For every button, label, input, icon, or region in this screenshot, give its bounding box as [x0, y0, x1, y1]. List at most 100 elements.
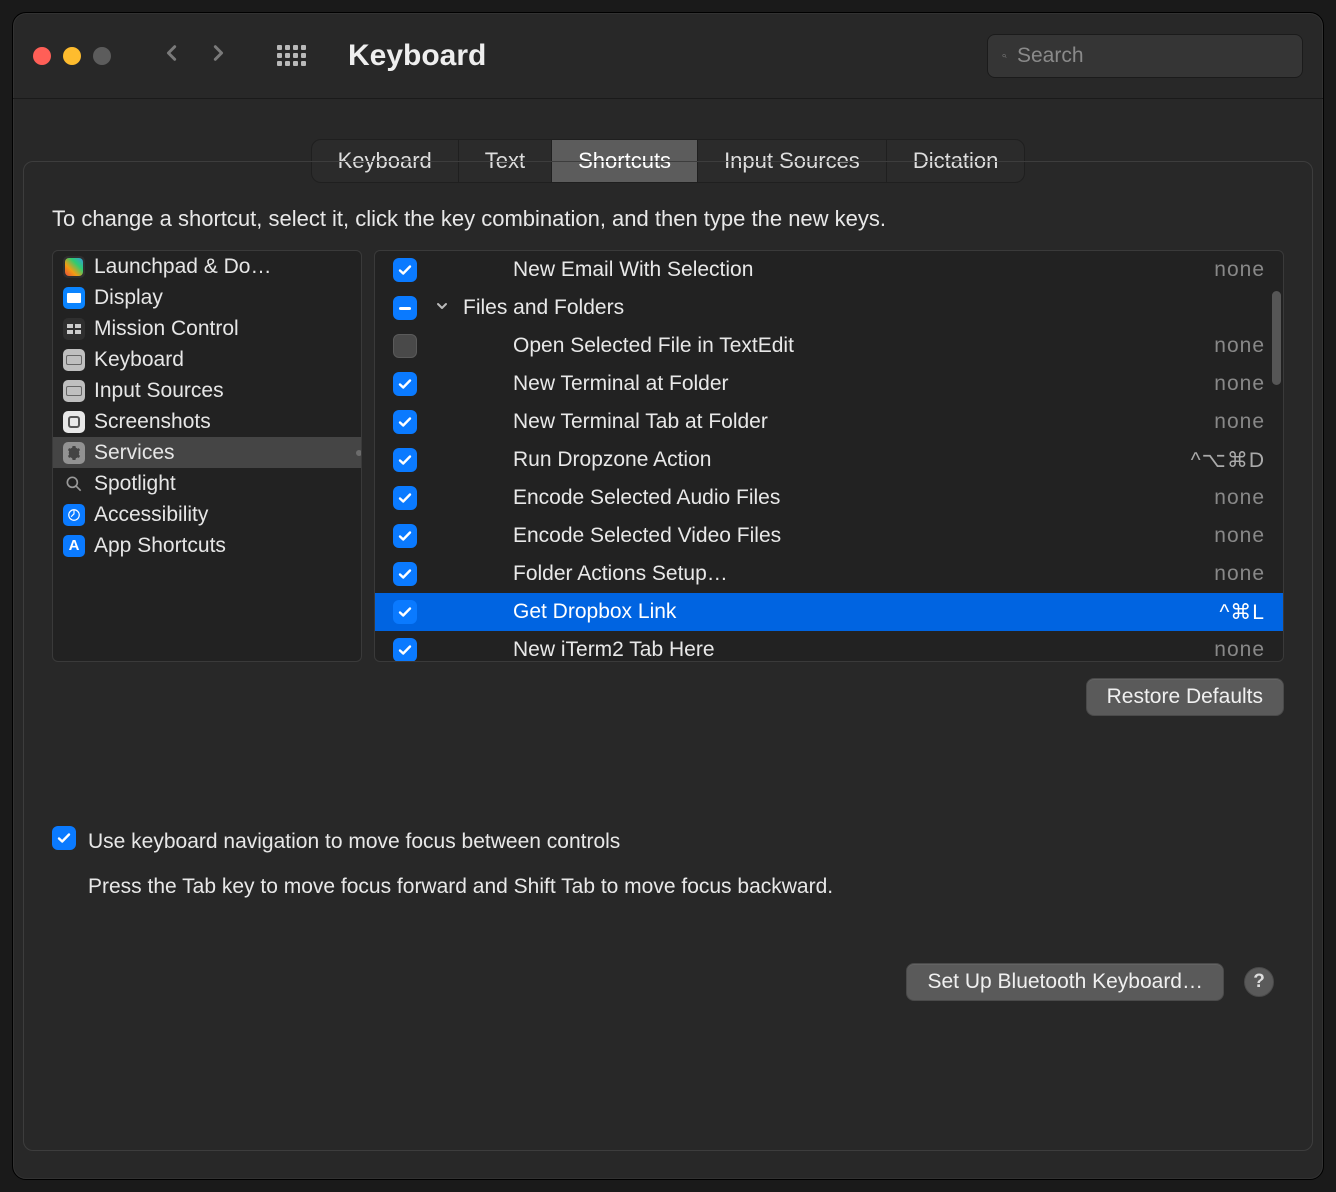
sidebar-item-label: Mission Control [94, 317, 239, 341]
services-list: New Email With Selection none Files and Fo… [374, 250, 1284, 662]
forward-button[interactable] [209, 44, 227, 67]
sidebar-icon [63, 442, 85, 464]
service-checkbox[interactable] [393, 372, 417, 396]
sidebar-item-label: App Shortcuts [94, 534, 226, 558]
sidebar-icon [63, 473, 85, 495]
minimize-button[interactable] [63, 47, 81, 65]
bluetooth-keyboard-button[interactable]: Set Up Bluetooth Keyboard… [906, 963, 1224, 1001]
keyboard-nav-label: Use keyboard navigation to move focus be… [88, 826, 833, 859]
sidebar-item-app-shortcuts[interactable]: A App Shortcuts [53, 530, 361, 561]
sidebar-item-label: Services [94, 441, 175, 465]
service-shortcut: ^⌥⌘D [1191, 448, 1265, 473]
sidebar-icon [63, 318, 85, 340]
service-label: Encode Selected Video Files [513, 524, 1200, 548]
help-button[interactable]: ? [1244, 967, 1274, 997]
search-icon [1002, 45, 1007, 67]
service-label: Run Dropzone Action [513, 448, 1177, 472]
sidebar-item-accessibility[interactable]: Accessibility [53, 499, 361, 530]
service-label: New Terminal Tab at Folder [513, 410, 1200, 434]
service-label: Get Dropbox Link [513, 600, 1205, 624]
service-label: Open Selected File in TextEdit [513, 334, 1200, 358]
service-row[interactable]: New Email With Selection none [375, 251, 1283, 289]
service-checkbox[interactable] [393, 258, 417, 282]
service-label: Folder Actions Setup… [513, 562, 1200, 586]
sidebar-icon [63, 411, 85, 433]
sidebar-item-services[interactable]: Services [53, 437, 361, 468]
service-checkbox[interactable] [393, 448, 417, 472]
restore-defaults-button[interactable]: Restore Defaults [1086, 678, 1284, 716]
scrollbar[interactable] [1272, 291, 1281, 385]
service-row[interactable]: New iTerm2 Tab Here none [375, 631, 1283, 662]
sidebar-icon: A [63, 535, 85, 557]
nav-buttons [163, 44, 227, 67]
back-button[interactable] [163, 44, 181, 67]
close-button[interactable] [33, 47, 51, 65]
sidebar-item-label: Launchpad & Do… [94, 255, 271, 279]
service-shortcut: none [1214, 562, 1265, 586]
sidebar-item-label: Accessibility [94, 503, 208, 527]
service-label: New Terminal at Folder [513, 372, 1200, 396]
service-checkbox[interactable] [393, 638, 417, 662]
window-title: Keyboard [348, 39, 963, 73]
service-row[interactable]: Encode Selected Video Files none [375, 517, 1283, 555]
sidebar-icon [63, 504, 85, 526]
service-shortcut: ^⌘L [1219, 600, 1265, 625]
sidebar-item-label: Spotlight [94, 472, 176, 496]
instruction-text: To change a shortcut, select it, click t… [52, 206, 1284, 232]
sidebar-item-mission-control[interactable]: Mission Control [53, 313, 361, 344]
sidebar-item-label: Keyboard [94, 348, 184, 372]
service-checkbox[interactable] [393, 334, 417, 358]
show-all-icon[interactable] [277, 45, 306, 66]
service-shortcut: none [1214, 486, 1265, 510]
sidebar-item-screenshots[interactable]: Screenshots [53, 406, 361, 437]
search-field[interactable] [987, 34, 1303, 78]
service-shortcut: none [1214, 334, 1265, 358]
service-checkbox[interactable] [393, 410, 417, 434]
traffic-lights [33, 47, 111, 65]
sidebar-icon [63, 349, 85, 371]
service-label: New iTerm2 Tab Here [513, 638, 1200, 662]
sidebar-item-launchpad-do-[interactable]: Launchpad & Do… [53, 251, 361, 282]
service-label: Files and Folders [463, 296, 1265, 320]
service-row[interactable]: New Terminal Tab at Folder none [375, 403, 1283, 441]
sidebar-icon [63, 287, 85, 309]
preferences-window: Keyboard KeyboardTextShortcutsInput Sour… [12, 12, 1324, 1180]
service-row[interactable]: Encode Selected Audio Files none [375, 479, 1283, 517]
category-sidebar: Launchpad & Do… Display Mission Control Key… [52, 250, 362, 662]
titlebar: Keyboard [13, 13, 1323, 99]
chevron-down-icon[interactable] [435, 299, 449, 318]
keyboard-nav-option: Use keyboard navigation to move focus be… [52, 826, 1284, 903]
service-shortcut: none [1214, 638, 1265, 662]
service-label: Encode Selected Audio Files [513, 486, 1200, 510]
sidebar-item-label: Input Sources [94, 379, 224, 403]
service-checkbox[interactable] [393, 524, 417, 548]
sidebar-icon [63, 380, 85, 402]
search-input[interactable] [1017, 44, 1288, 68]
service-checkbox[interactable] [393, 296, 417, 320]
sidebar-item-spotlight[interactable]: Spotlight [53, 468, 361, 499]
keyboard-nav-checkbox[interactable] [52, 826, 76, 850]
service-row[interactable]: Get Dropbox Link ^⌘L [375, 593, 1283, 631]
service-label: New Email With Selection [513, 258, 1200, 282]
shortcuts-panel: To change a shortcut, select it, click t… [23, 161, 1313, 1151]
sidebar-item-keyboard[interactable]: Keyboard [53, 344, 361, 375]
service-shortcut: none [1214, 372, 1265, 396]
service-shortcut: none [1214, 524, 1265, 548]
service-checkbox[interactable] [393, 600, 417, 624]
service-row[interactable]: Open Selected File in TextEdit none [375, 327, 1283, 365]
sidebar-item-display[interactable]: Display [53, 282, 361, 313]
sidebar-item-label: Screenshots [94, 410, 211, 434]
keyboard-nav-hint: Press the Tab key to move focus forward … [88, 871, 833, 904]
service-row[interactable]: New Terminal at Folder none [375, 365, 1283, 403]
service-row[interactable]: Folder Actions Setup… none [375, 555, 1283, 593]
service-checkbox[interactable] [393, 562, 417, 586]
service-shortcut: none [1214, 410, 1265, 434]
sidebar-icon [63, 256, 85, 278]
zoom-button[interactable] [93, 47, 111, 65]
service-shortcut: none [1214, 258, 1265, 282]
service-checkbox[interactable] [393, 486, 417, 510]
service-group-row[interactable]: Files and Folders [375, 289, 1283, 327]
service-row[interactable]: Run Dropzone Action ^⌥⌘D [375, 441, 1283, 479]
sidebar-item-input-sources[interactable]: Input Sources [53, 375, 361, 406]
sidebar-item-label: Display [94, 286, 163, 310]
